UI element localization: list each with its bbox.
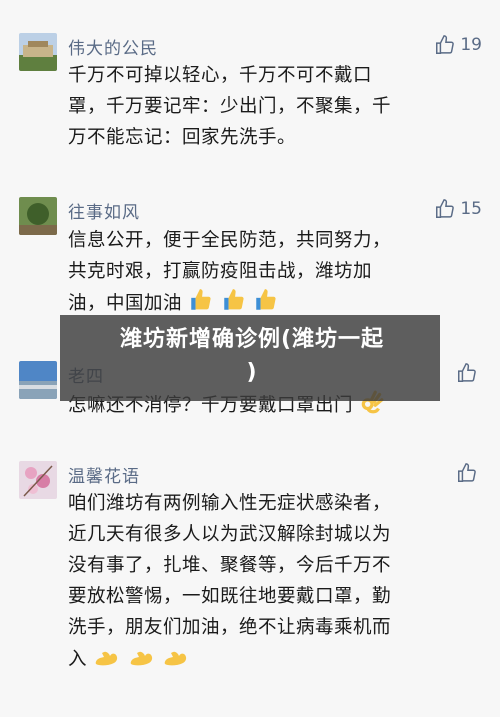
comment-line: 罩，千万要记牢：少出门，不聚集，千 bbox=[68, 96, 392, 117]
title-overlay-text: 潍坊新增确诊例(潍坊一起 ) bbox=[72, 323, 432, 389]
thumbs-up-outline-icon bbox=[458, 463, 476, 482]
avatar[interactable] bbox=[19, 461, 57, 499]
avatar[interactable] bbox=[19, 197, 57, 235]
thumbs-up-outline-icon bbox=[436, 35, 455, 54]
comment-line-text: 油，中国加油 bbox=[68, 293, 183, 314]
title-overlay-line: 潍坊新增确诊例(潍坊一起 bbox=[119, 327, 385, 352]
like-button[interactable] bbox=[456, 362, 482, 384]
comment-line: 千万不可掉以轻心，千万不可不戴口 bbox=[68, 65, 373, 86]
like-button[interactable] bbox=[456, 462, 482, 484]
thumbs-up-outline-icon bbox=[436, 199, 455, 218]
like-count: 19 bbox=[460, 35, 482, 55]
comment-line: 万不能忘记：回家先洗手。 bbox=[68, 127, 297, 148]
comment-text: 千万不可掉以轻心，千万不可不戴口 罩，千万要记牢：少出门，不聚集，千 万不能忘记… bbox=[68, 60, 483, 153]
comment-line: 近几天有很多人以为武汉解除封城以为 bbox=[68, 524, 392, 545]
commenter-name[interactable]: 往事如风 bbox=[68, 198, 140, 223]
like-button[interactable]: 19 bbox=[434, 34, 482, 56]
comment-line: 信息公开，便于全民防范，共同努力， bbox=[68, 230, 392, 251]
avatar[interactable] bbox=[19, 33, 57, 71]
thumbs-up-outline-icon bbox=[458, 363, 476, 382]
comment-line: 没有事了，扎堆、聚餐等，今后千万不 bbox=[68, 555, 392, 576]
commenter-name[interactable]: 温馨花语 bbox=[68, 462, 140, 487]
flexed-biceps-emoji bbox=[93, 643, 121, 679]
flexed-biceps-emoji bbox=[128, 643, 156, 679]
flexed-biceps-emoji bbox=[162, 643, 190, 679]
comment-text: 咱们潍坊有两例输入性无症状感染者， 近几天有很多人以为武汉解除封城以为 没有事了… bbox=[68, 488, 483, 679]
avatar[interactable] bbox=[19, 361, 57, 399]
like-button[interactable]: 15 bbox=[434, 198, 482, 220]
commenter-name[interactable]: 伟大的公民 bbox=[68, 34, 158, 59]
comment-line: 要放松警惕，一如既往地要戴口罩，勤 bbox=[68, 586, 392, 607]
comment-line: 入 bbox=[68, 643, 483, 679]
comment-line-text: 入 bbox=[68, 649, 88, 670]
comment-line: 咱们潍坊有两例输入性无症状感染者， bbox=[68, 493, 392, 514]
title-overlay-line: ) bbox=[246, 360, 258, 385]
comment-text: 信息公开，便于全民防范，共同努力， 共克时艰，打赢防疫阻击战，潍坊加 油，中国加… bbox=[68, 225, 483, 323]
like-count: 15 bbox=[460, 199, 482, 219]
comment-line: 共克时艰，打赢防疫阻击战，潍坊加 bbox=[68, 261, 373, 282]
comment-line: 洗手，朋友们加油，绝不让病毒乘机而 bbox=[68, 617, 392, 638]
